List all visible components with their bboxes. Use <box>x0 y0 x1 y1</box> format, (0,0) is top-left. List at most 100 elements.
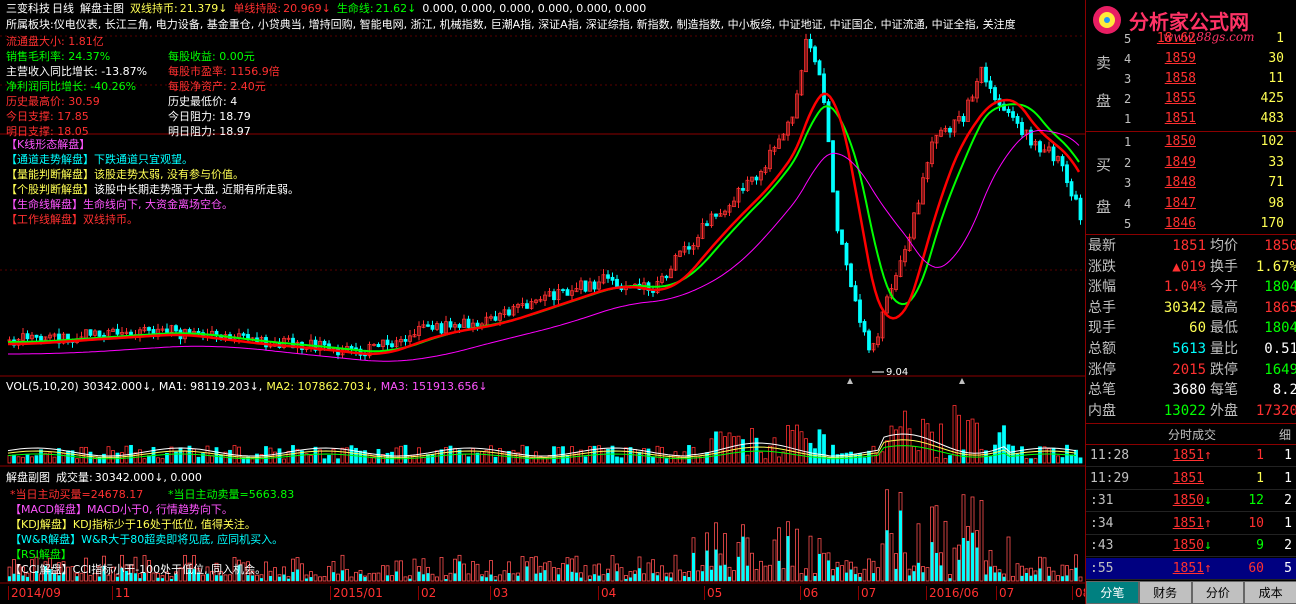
tick-row[interactable]: 11:29 1851 1 1 <box>1086 468 1296 490</box>
sub-bar <box>925 567 930 582</box>
level-price: 1850 <box>1164 134 1196 149</box>
sub-bar <box>930 542 934 581</box>
volume-bar <box>286 450 291 464</box>
tick-time: :34 <box>1090 515 1114 531</box>
tick-row[interactable]: 11:28 1851 ↑ 1 1 <box>1086 445 1296 467</box>
sub-bar <box>354 571 358 582</box>
buy-level[interactable]: 4 1847 98 <box>1086 194 1296 214</box>
candle-body <box>430 324 435 330</box>
fundamental-item: 净利润同比增长: -40.26% <box>6 80 137 93</box>
sub-bar <box>1047 575 1051 581</box>
sub-bar <box>1051 570 1056 582</box>
sub-bar <box>547 561 552 582</box>
tick-row[interactable]: :31 1850 ↓ 12 2 <box>1086 490 1296 512</box>
vol-header: VOL(5,10,20) 30342.000↓, MA1: 98119.203↓, M… <box>6 380 498 393</box>
sub-bar <box>872 573 875 581</box>
sub-bar <box>1038 568 1042 581</box>
stock-name[interactable]: 三变科技 <box>6 2 50 15</box>
sub-bar <box>687 577 691 581</box>
buy-level[interactable]: 1 1850 102 <box>1086 132 1296 152</box>
tab-3[interactable]: 成本 <box>1244 581 1296 604</box>
volume-bar <box>772 437 777 464</box>
sub-bar <box>534 573 538 581</box>
kline-chart-area[interactable]: 9.04 三变科技 日线 解盘主图 双线持币: 21.379↓ 单线持股: 20.969↓ 生… <box>0 0 1085 604</box>
sub-bar <box>781 568 786 582</box>
sub-header: 解盘副图 成交量: 30342.000↓, 0.000 <box>6 471 208 484</box>
analysis-text: 双线持币。 <box>83 213 138 226</box>
volume-bar <box>993 444 997 464</box>
candle-body <box>988 80 993 89</box>
date-axis-label: 2016/06 <box>926 586 979 600</box>
candle-body <box>115 328 120 335</box>
buy-level[interactable]: 5 1846 170 <box>1086 214 1296 234</box>
period-label[interactable]: 日线 <box>52 2 74 15</box>
sub-bar <box>1078 576 1083 582</box>
volume-bar <box>205 445 210 464</box>
candle-body <box>493 316 498 321</box>
buy-level[interactable]: 2 1849 33 <box>1086 153 1296 173</box>
sub-bar <box>822 552 826 582</box>
sell-level[interactable]: 5 18.62 1 <box>1086 29 1296 49</box>
candle-body <box>385 339 390 346</box>
sub-bar <box>615 571 619 581</box>
sub-bar <box>899 510 902 581</box>
tab-1[interactable]: 财务 <box>1138 581 1192 604</box>
sub-bar <box>458 561 461 581</box>
volume-bar <box>147 455 151 464</box>
sell-level[interactable]: 2 1855 425 <box>1086 89 1296 109</box>
volume-bar <box>781 451 786 464</box>
sub-bar <box>813 576 817 581</box>
sub-bar <box>998 572 1001 581</box>
sub-bar <box>1056 575 1060 582</box>
candle-body <box>165 328 169 333</box>
level-price: 1858 <box>1164 71 1196 86</box>
candle-body <box>610 276 615 281</box>
candle-body <box>1074 194 1078 200</box>
buy-level[interactable]: 3 1848 71 <box>1086 173 1296 193</box>
sub-bar <box>917 562 920 581</box>
sub-bar <box>359 573 362 581</box>
quote-key: 现手 <box>1088 320 1116 337</box>
analysis-tag: 【K线形态解盘】 <box>6 138 91 151</box>
quote-key: 量比 <box>1210 341 1238 357</box>
sub-analysis-line: *当日主动买量=24678.17 <box>10 488 144 501</box>
sub-bar <box>1069 569 1074 582</box>
volume-bar <box>979 448 984 464</box>
volume-bar <box>777 456 781 464</box>
candle-body <box>561 289 565 291</box>
tick-row[interactable]: :34 1851 ↑ 10 1 <box>1086 513 1296 535</box>
volume-bar <box>435 450 439 464</box>
date-axis-label: 04 <box>598 586 616 600</box>
sub-bar <box>282 574 286 581</box>
tick-row[interactable]: :55 1851 ↑ 60 5 <box>1086 557 1296 580</box>
sub-bar <box>367 573 372 582</box>
sub-bar <box>619 567 624 582</box>
sub-bar <box>624 578 628 581</box>
sell-level[interactable]: 1 1851 483 <box>1086 109 1296 129</box>
sub-bar <box>566 564 569 581</box>
tab-0[interactable]: 分笔 <box>1086 581 1139 604</box>
volume-bar <box>453 447 457 464</box>
candle-body <box>705 223 709 226</box>
volume-bar <box>1074 449 1078 464</box>
sub-bar <box>318 576 322 582</box>
sell-level[interactable]: 3 1858 11 <box>1086 69 1296 89</box>
fundamental-item: 每股净资产: 2.40元 <box>168 80 266 93</box>
sell-level[interactable]: 4 1859 30 <box>1086 49 1296 69</box>
ticks-detail-button[interactable]: 细 <box>1279 424 1291 446</box>
volume-bar <box>1042 446 1047 464</box>
sub-bar <box>1061 576 1064 581</box>
volume-bar <box>1051 447 1056 464</box>
candle-body <box>817 60 822 76</box>
volume-bar <box>358 450 363 464</box>
main-chart-name[interactable]: 解盘主图 <box>80 2 124 15</box>
volume-bar <box>759 451 763 464</box>
candle-body <box>1078 197 1083 221</box>
volume-bar <box>1060 457 1065 464</box>
tick-row[interactable]: :43 1850 ↓ 9 2 <box>1086 535 1296 557</box>
tab-2[interactable]: 分价 <box>1191 581 1245 604</box>
sub-bar <box>575 572 578 581</box>
sub-bar <box>808 535 813 582</box>
sub-bar <box>296 569 299 581</box>
tick-count: 5 <box>1284 560 1292 576</box>
